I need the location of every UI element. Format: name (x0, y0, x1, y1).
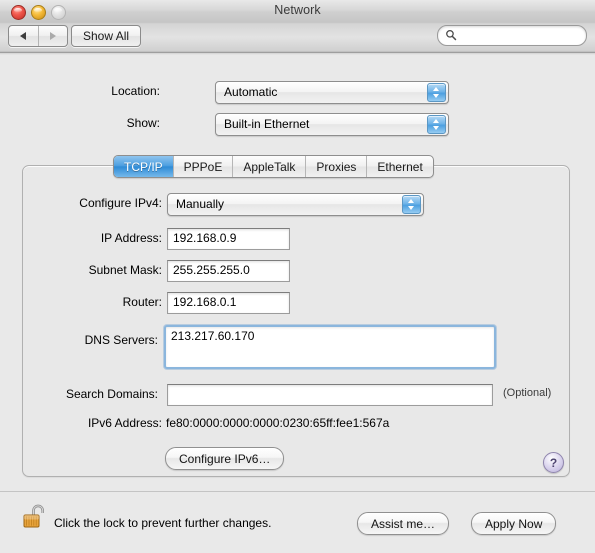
location-value: Automatic (224, 85, 278, 99)
subnet-mask-label: Subnet Mask: (88, 263, 162, 277)
title-bar: Network (0, 0, 595, 22)
ip-address-input[interactable]: 192.168.0.9 (167, 228, 290, 250)
search-domains-hint: (Optional) (503, 387, 552, 399)
location-label: Location: (111, 84, 160, 98)
search-icon (446, 29, 457, 41)
forward-arrow-icon (49, 32, 56, 40)
show-label: Show: (126, 116, 160, 130)
tab-ethernet-label: Ethernet (377, 159, 423, 174)
tab-proxies[interactable]: Proxies (305, 156, 366, 177)
back-arrow-icon (20, 32, 27, 40)
dns-servers-input[interactable]: 213.217.60.170 (164, 325, 496, 369)
chevron-updown-icon (427, 83, 446, 102)
bottom-separator (0, 491, 595, 492)
search-domains-label: Search Domains: (65, 387, 158, 401)
subnet-mask-input[interactable]: 255.255.255.0 (167, 260, 290, 282)
toolbar-shadow (0, 53, 595, 55)
network-preferences-window: Network Show All Location: Automatic Sho… (0, 0, 595, 553)
dns-servers-value: 213.217.60.170 (171, 329, 255, 343)
help-button[interactable]: ? (543, 452, 564, 473)
lock-open-icon[interactable] (22, 502, 48, 530)
chevron-updown-icon (402, 195, 421, 214)
location-popup[interactable]: Automatic (215, 81, 449, 104)
configure-ipv6-button[interactable]: Configure IPv6… (165, 447, 285, 470)
tab-appletalk-label: AppleTalk (243, 159, 296, 174)
lock-message: Click the lock to prevent further change… (54, 516, 272, 530)
assist-me-label: Assist me… (371, 516, 436, 531)
show-all-label: Show All (83, 29, 130, 43)
configure-ipv4-label: Configure IPv4: (79, 196, 162, 210)
configure-ipv6-label: Configure IPv6… (179, 451, 271, 466)
tab-tcpip[interactable]: TCP/IP (114, 156, 173, 177)
tab-tcpip-label: TCP/IP (124, 159, 163, 174)
window-title: Network (274, 3, 321, 17)
dns-servers-label: DNS Servers: (84, 333, 158, 347)
show-value: Built-in Ethernet (224, 117, 310, 131)
apply-now-button[interactable]: Apply Now (471, 512, 557, 535)
forward-button[interactable] (37, 26, 68, 46)
assist-me-button[interactable]: Assist me… (357, 512, 450, 535)
tab-pppoe-label: PPPoE (183, 159, 223, 174)
search-domains-input[interactable] (167, 384, 493, 406)
help-label: ? (549, 455, 558, 470)
show-all-button[interactable]: Show All (71, 25, 142, 47)
ip-address-value: 192.168.0.9 (173, 231, 237, 245)
apply-now-label: Apply Now (485, 516, 543, 531)
tab-bar: TCP/IP PPPoE AppleTalk Proxies Ethernet (113, 155, 434, 178)
tab-appletalk[interactable]: AppleTalk (232, 156, 305, 177)
chevron-updown-icon (427, 115, 446, 134)
tab-ethernet[interactable]: Ethernet (366, 156, 432, 177)
show-popup[interactable]: Built-in Ethernet (215, 113, 449, 136)
configure-ipv4-popup[interactable]: Manually (167, 193, 424, 216)
search-input[interactable] (437, 25, 587, 46)
tab-proxies-label: Proxies (316, 159, 357, 174)
router-value: 192.168.0.1 (173, 295, 237, 309)
router-label: Router: (122, 295, 162, 309)
subnet-mask-value: 255.255.255.0 (173, 263, 250, 277)
router-input[interactable]: 192.168.0.1 (167, 292, 290, 314)
configure-ipv4-value: Manually (176, 197, 225, 211)
ip-address-label: IP Address: (100, 231, 162, 245)
back-button[interactable] (9, 26, 38, 46)
tab-pppoe[interactable]: PPPoE (172, 156, 233, 177)
ipv6-address-label: IPv6 Address: (87, 416, 162, 430)
navigation-buttons (8, 25, 68, 47)
ipv6-address-value: fe80:0000:0000:0000:0230:65ff:fee1:567a (166, 416, 390, 430)
